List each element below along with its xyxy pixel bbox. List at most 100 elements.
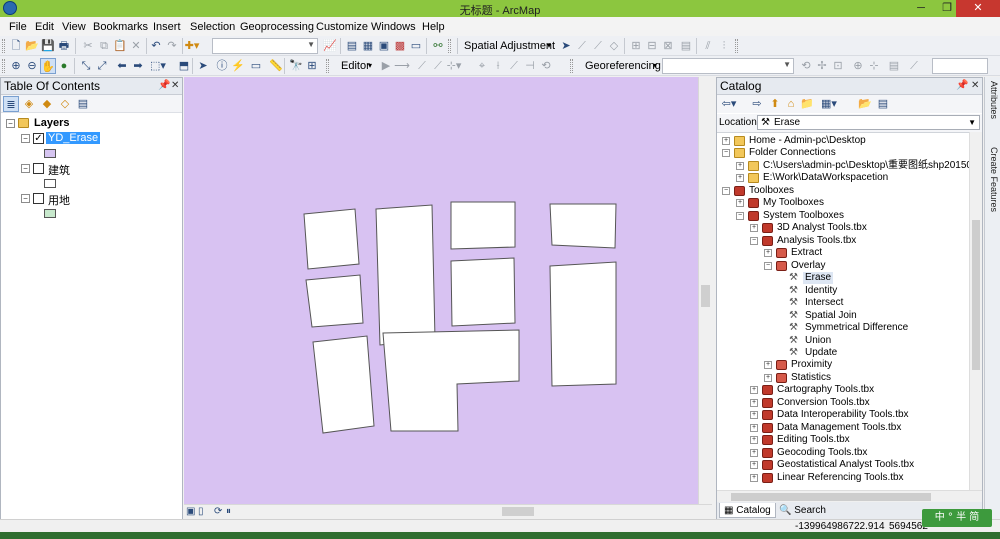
map-scale-combo[interactable]: ▼: [212, 38, 318, 54]
up-one-level-icon[interactable]: ⬆: [767, 96, 783, 112]
tree-item-toolbox[interactable]: Geocoding Tools.tbx: [777, 447, 867, 459]
print-icon[interactable]: 🖶: [56, 38, 72, 54]
tree-expander[interactable]: +: [736, 174, 744, 182]
layer-expander[interactable]: −: [21, 134, 30, 143]
minimize-button[interactable]: ─: [908, 0, 934, 17]
tree-expander[interactable]: +: [750, 474, 758, 482]
map-canvas[interactable]: [184, 77, 698, 504]
rotation-input[interactable]: [932, 58, 988, 74]
html-popup-icon[interactable]: ▭: [248, 58, 264, 74]
paste-icon[interactable]: 📋: [112, 38, 128, 54]
tree-item-spatial-join[interactable]: Spatial Join: [805, 310, 857, 322]
tree-item-system-toolboxes[interactable]: System Toolboxes: [763, 210, 844, 222]
chevron-down-icon[interactable]: ▾: [368, 61, 372, 70]
list-by-visibility-icon[interactable]: ◆: [39, 96, 55, 112]
ime-indicator[interactable]: 中 ° 半 简: [922, 509, 992, 527]
clear-selection-icon[interactable]: ⬒: [176, 58, 192, 74]
chevron-down-icon[interactable]: ▾: [653, 61, 657, 70]
menu-edit[interactable]: Edit: [35, 21, 54, 33]
tree-item-analysis-tools[interactable]: Analysis Tools.tbx: [777, 235, 856, 247]
modelbuilder-icon[interactable]: ⚯: [430, 38, 446, 54]
menu-help[interactable]: Help: [422, 21, 445, 33]
menu-windows[interactable]: Windows: [371, 21, 416, 33]
tree-item-toolbox[interactable]: 3D Analyst Tools.tbx: [777, 222, 867, 234]
add-data-icon[interactable]: ✚▾: [184, 38, 200, 54]
tree-item-update[interactable]: Update: [805, 347, 837, 359]
layer-visibility-checkbox[interactable]: [33, 163, 44, 174]
tree-item-statistics[interactable]: Statistics: [791, 372, 831, 384]
tree-item-toolbox[interactable]: Cartography Tools.tbx: [777, 384, 874, 396]
georeference-layer-combo[interactable]: ▼: [662, 58, 794, 74]
tree-item-identity[interactable]: Identity: [805, 285, 837, 297]
tree-item-toolbox[interactable]: Conversion Tools.tbx: [777, 397, 870, 409]
straight-segment-icon[interactable]: ⟋: [414, 58, 430, 74]
go-to-xy-icon[interactable]: ⊞: [304, 58, 320, 74]
shift-raster-icon[interactable]: ✢: [814, 58, 830, 74]
edit-tool-icon[interactable]: ▶: [378, 58, 394, 74]
views-icon[interactable]: ▦▾: [821, 96, 837, 112]
tree-item-toolbox[interactable]: Data Management Tools.tbx: [777, 422, 901, 434]
menu-bookmarks[interactable]: Bookmarks: [93, 21, 148, 33]
tab-create-features[interactable]: Create Features: [987, 147, 999, 212]
hyperlink-icon[interactable]: ⚡: [230, 58, 246, 74]
menu-customize[interactable]: Customize: [316, 21, 368, 33]
view-link-table-icon[interactable]: ▤: [886, 58, 902, 74]
fixed-zoom-in-icon[interactable]: ⤡: [78, 58, 94, 74]
add-control-points-icon[interactable]: ⊕: [850, 58, 866, 74]
tree-item-my-toolboxes[interactable]: My Toolboxes: [763, 197, 824, 209]
close-button[interactable]: ✕: [956, 0, 1000, 17]
layer-name-yd-erase[interactable]: YD_Erase: [46, 132, 101, 144]
layer-symbol-swatch[interactable]: [44, 209, 56, 218]
attribute-transfer-icon[interactable]: ⫶: [716, 38, 732, 54]
home-folder-icon[interactable]: ⌂: [783, 96, 799, 112]
menu-insert[interactable]: Insert: [153, 21, 181, 33]
multi-displacement-icon[interactable]: ◇: [606, 38, 622, 54]
tree-item-folder-connections[interactable]: Folder Connections: [749, 147, 836, 159]
pan-icon[interactable]: ✋: [40, 58, 56, 74]
tree-item-toolbox[interactable]: Linear Referencing Tools.tbx: [777, 472, 904, 484]
georef-other-icon[interactable]: ⟋: [906, 58, 922, 74]
toolbar-grip[interactable]: [448, 39, 451, 53]
measure-icon[interactable]: 📏: [268, 58, 284, 74]
tree-item-toolbox[interactable]: Editing Tools.tbx: [777, 434, 850, 446]
toolbar-grip[interactable]: [570, 59, 573, 73]
chevron-down-icon[interactable]: ▼: [968, 116, 976, 129]
tree-expander[interactable]: +: [736, 162, 744, 170]
scale-raster-icon[interactable]: ⊡: [830, 58, 846, 74]
layer-symbol-swatch[interactable]: [44, 149, 56, 158]
copy-icon[interactable]: ⧉: [96, 38, 112, 54]
forward-icon[interactable]: ⇨: [749, 96, 765, 112]
full-extent-icon[interactable]: ●: [56, 58, 72, 74]
cut-polygons-icon[interactable]: ⟋: [506, 58, 522, 74]
tree-item-proximity[interactable]: Proximity: [791, 359, 832, 371]
fixed-zoom-out-icon[interactable]: ⤢: [94, 58, 110, 74]
tree-item-folder[interactable]: E:\Work\DataWorkspacetion: [763, 172, 888, 184]
close-icon[interactable]: ✕: [971, 80, 979, 91]
tab-attributes[interactable]: Attributes: [987, 81, 999, 119]
tree-expander[interactable]: +: [750, 411, 758, 419]
list-by-drawing-order-icon[interactable]: ≣: [3, 96, 19, 112]
tree-expander[interactable]: +: [736, 199, 744, 207]
cut-icon[interactable]: ✂: [80, 38, 96, 54]
tree-expander[interactable]: +: [750, 224, 758, 232]
new-displacement-link-icon[interactable]: ⟋: [574, 38, 590, 54]
tree-expander[interactable]: −: [722, 187, 730, 195]
toolbar-grip[interactable]: [2, 59, 5, 73]
edit-annotation-icon[interactable]: ⟶: [394, 58, 410, 74]
find-icon[interactable]: 🔭: [288, 58, 304, 74]
pause-drawing-icon[interactable]: ⏸: [226, 506, 231, 517]
georeferencing-menu[interactable]: Georeferencing: [585, 60, 661, 72]
end-point-arc-icon[interactable]: ⟋: [430, 58, 446, 74]
zoom-in-icon[interactable]: ⊕: [8, 58, 24, 74]
tree-expander[interactable]: +: [750, 386, 758, 394]
catalog-options-icon[interactable]: ▤: [875, 96, 891, 112]
redo-icon[interactable]: ↷: [164, 38, 180, 54]
tree-expander[interactable]: +: [750, 399, 758, 407]
location-input[interactable]: ⚒ Erase ▼: [757, 115, 980, 130]
tree-expander[interactable]: +: [750, 424, 758, 432]
save-icon[interactable]: 💾: [40, 38, 56, 54]
arctoolbox-icon[interactable]: ▩: [392, 38, 408, 54]
new-identity-link-icon[interactable]: ⊞: [628, 38, 644, 54]
tree-expander[interactable]: −: [722, 149, 730, 157]
chevron-down-icon[interactable]: ▾: [547, 41, 551, 50]
